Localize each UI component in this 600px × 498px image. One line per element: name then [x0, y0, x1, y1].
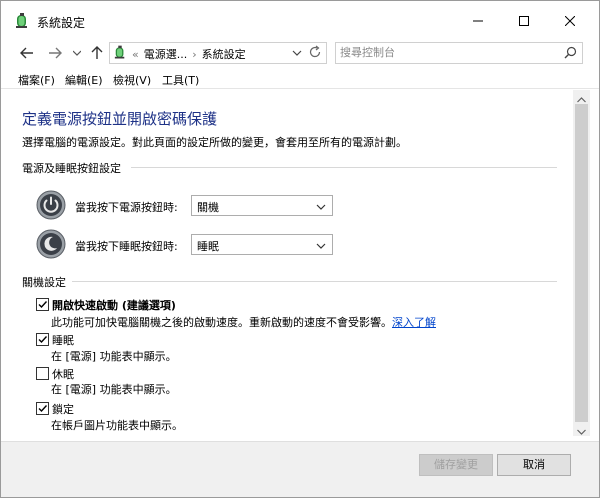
learn-more-link[interactable]: 深入了解 — [392, 316, 436, 329]
maximize-icon — [519, 16, 529, 26]
shutdown-section-header: 關機設定 — [22, 276, 66, 289]
address-dropdown-button[interactable] — [292, 47, 302, 60]
breadcrumb-system-settings[interactable]: 系統設定 — [202, 48, 246, 61]
refresh-icon — [309, 45, 321, 58]
back-button[interactable] — [17, 43, 37, 63]
footer-bar: 儲存變更 取消 — [1, 441, 599, 497]
power-button-action-value: 關機 — [197, 201, 219, 214]
scroll-down-arrow-icon[interactable] — [577, 425, 586, 438]
checkmark-icon — [38, 405, 48, 413]
close-button[interactable] — [547, 1, 593, 41]
content-area: 定義電源按鈕並開啟密碼保護 選擇電腦的電源設定。對此頁面的設定所做的變更，會套用… — [1, 90, 573, 436]
lock-description: 在帳戶圖片功能表中顯示。 — [51, 419, 183, 432]
hibernate-description: 在 [電源] 功能表中顯示。 — [51, 383, 177, 396]
fast-startup-label[interactable]: 開啟快速啟動 (建議選項) — [52, 297, 176, 313]
fast-startup-checkbox[interactable] — [36, 298, 49, 311]
chevron-down-icon — [316, 240, 326, 253]
forward-button[interactable] — [45, 43, 65, 63]
sleep-label[interactable]: 睡眠 — [52, 332, 74, 348]
maximize-button[interactable] — [501, 1, 547, 41]
power-buttons-section-header: 電源及睡眠按鈕設定 — [22, 162, 121, 175]
search-box[interactable] — [335, 42, 583, 64]
power-button-label: 當我按下電源按鈕時: — [75, 201, 178, 214]
menu-bar: 檔案(F) 編輯(E) 檢視(V) 工具(T) — [1, 69, 599, 89]
breadcrumb-overflow[interactable]: « — [132, 48, 139, 61]
minimize-icon — [473, 20, 483, 22]
search-icon[interactable] — [564, 46, 577, 62]
checkmark-icon — [38, 301, 48, 309]
search-input[interactable] — [340, 46, 540, 59]
system-settings-window: 系統設定 « 電源選... › 系統設定 搜尋控制台 檔案(F) 編輯(E) 檢… — [0, 0, 600, 498]
lock-checkbox[interactable] — [36, 402, 49, 415]
breadcrumb-separator: › — [192, 48, 197, 61]
page-title: 定義電源按鈕並開啟密碼保護 — [22, 110, 218, 128]
up-button[interactable] — [87, 43, 107, 63]
breadcrumb-power-options[interactable]: 電源選... — [144, 48, 188, 61]
menu-tools[interactable]: 工具(T) — [162, 72, 199, 88]
menu-view[interactable]: 檢視(V) — [113, 72, 151, 88]
chevron-down-icon — [316, 201, 326, 214]
sleep-button-label: 當我按下睡眠按鈕時: — [75, 240, 178, 253]
recent-locations-dropdown[interactable] — [67, 43, 87, 63]
up-arrow-icon — [91, 46, 103, 59]
sleep-checkbox[interactable] — [36, 333, 49, 346]
section-divider — [131, 167, 557, 168]
control-panel-icon — [15, 13, 29, 32]
chevron-down-icon — [73, 50, 81, 56]
sleep-button-action-value: 睡眠 — [197, 240, 219, 253]
menu-file[interactable]: 檔案(F) — [18, 72, 55, 88]
power-button-icon — [36, 190, 66, 220]
navigation-bar: « 電源選... › 系統設定 — [1, 41, 599, 65]
fast-startup-description-text: 此功能可加快電腦關機之後的啟動速度。重新啟動的速度不會受影響。 — [51, 316, 392, 329]
scrollbar-thumb[interactable] — [575, 104, 588, 422]
hibernate-checkbox[interactable] — [36, 367, 49, 380]
sleep-description: 在 [電源] 功能表中顯示。 — [51, 350, 177, 363]
chevron-down-icon — [292, 50, 302, 56]
address-bar[interactable]: « 電源選... › 系統設定 — [109, 42, 327, 64]
lock-label[interactable]: 鎖定 — [52, 401, 74, 417]
back-arrow-icon — [20, 47, 33, 59]
sleep-button-icon — [36, 229, 66, 259]
window-title: 系統設定 — [37, 16, 86, 30]
power-button-action-select[interactable]: 關機 — [191, 195, 333, 216]
close-icon — [565, 16, 575, 26]
checkmark-icon — [38, 336, 48, 344]
title-bar: 系統設定 — [1, 1, 599, 41]
minimize-button[interactable] — [455, 1, 501, 41]
control-panel-icon — [114, 45, 126, 63]
breadcrumb: « 電源選... › 系統設定 — [132, 46, 246, 62]
page-description: 選擇電腦的電源設定。對此頁面的設定所做的變更，會套用至所有的電源計劃。 — [22, 136, 407, 149]
save-changes-button[interactable]: 儲存變更 — [419, 454, 493, 476]
refresh-button[interactable] — [308, 45, 322, 62]
forward-arrow-icon — [49, 47, 62, 59]
cancel-button[interactable]: 取消 — [497, 454, 571, 476]
menu-edit[interactable]: 編輯(E) — [65, 72, 103, 88]
fast-startup-description: 此功能可加快電腦關機之後的啟動速度。重新啟動的速度不會受影響。深入了解 — [51, 314, 436, 330]
section-divider — [72, 281, 557, 282]
vertical-scrollbar[interactable] — [573, 90, 590, 436]
sleep-button-action-select[interactable]: 睡眠 — [191, 234, 333, 255]
hibernate-label[interactable]: 休眠 — [52, 366, 74, 382]
